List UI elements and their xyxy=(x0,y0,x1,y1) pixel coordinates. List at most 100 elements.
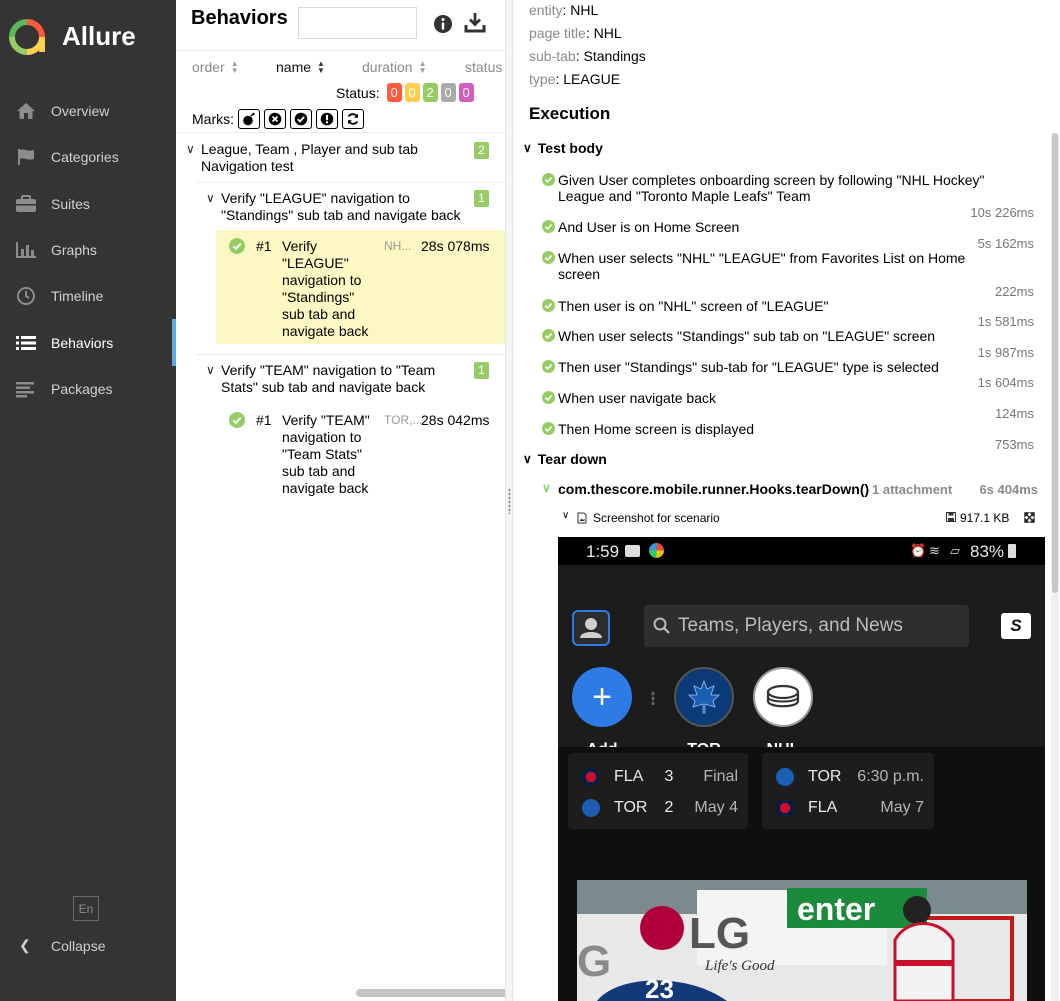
svg-text:G: G xyxy=(577,937,611,986)
attachment-size: 917.1 KB xyxy=(960,511,1010,525)
pane-splitter[interactable] xyxy=(506,0,513,1001)
param-type: type: LEAGUE xyxy=(529,71,621,87)
sort-duration[interactable]: duration ▲ ▼ xyxy=(362,59,427,75)
collapse-button[interactable]: ❮ Collapse xyxy=(0,932,176,960)
chevron-down-icon: ∨ xyxy=(542,481,551,495)
test-detail-pane: entity: NHL page title: NHL sub-tab: Sta… xyxy=(513,0,1060,1001)
phone-status-bar: 1:59 ⏰ ≋ ▱ 83% xyxy=(558,537,1045,565)
game-status: 6:30 p.m. xyxy=(857,768,924,785)
step-text: Then user "Standings" sub-tab for "LEAGU… xyxy=(558,359,939,375)
check-circle-icon xyxy=(542,391,555,404)
list-icon xyxy=(15,333,37,353)
sidebar-item-label: Timeline xyxy=(51,288,104,305)
chevron-down-icon: ∨ xyxy=(562,510,570,521)
step-duration: 5s 162ms xyxy=(977,236,1034,251)
sort-status[interactable]: status xyxy=(465,59,502,75)
tree-feature-node[interactable]: ∨ League, Team , Player and sub tab Navi… xyxy=(176,132,505,182)
step-text: Given User completes onboarding screen b… xyxy=(558,172,985,204)
sidebar-item-suites[interactable]: Suites xyxy=(0,181,176,227)
check-circle-icon xyxy=(542,173,555,186)
scrollbar-thumb[interactable] xyxy=(1052,133,1058,593)
sort-label: name xyxy=(276,59,312,75)
step-duration: 10s 226ms xyxy=(970,205,1034,220)
tor-logo-icon xyxy=(776,768,794,786)
step-text: When user navigate back xyxy=(558,390,716,406)
tor-logo-icon xyxy=(582,799,600,817)
plus-icon: + xyxy=(592,678,612,716)
wifi-icon: ≋ xyxy=(929,543,940,558)
horizontal-scrollbar[interactable] xyxy=(356,989,505,997)
hockey-photo-image: LG Life's Good enter G 23 xyxy=(577,880,1027,1001)
test-number: #1 xyxy=(256,412,272,428)
exclamation-circle-icon[interactable] xyxy=(316,109,338,129)
status-unknown-badge[interactable]: 0 xyxy=(458,83,474,102)
status-passed-badge[interactable]: 2 xyxy=(422,83,438,102)
tree-story-node[interactable]: ∨ Verify "TEAM" navigation to "Team Stat… xyxy=(196,354,505,402)
sort-label: order xyxy=(192,59,225,75)
brand[interactable]: Allure xyxy=(0,0,176,72)
sidebar: Allure Overview Categories Suites Graphs… xyxy=(0,0,176,1001)
sidebar-item-behaviors[interactable]: Behaviors xyxy=(0,319,176,367)
drag-dots-icon xyxy=(651,691,655,705)
battery-percent: 83% xyxy=(970,542,1005,561)
svg-text:enter: enter xyxy=(797,891,875,927)
chevron-down-icon: ∨ xyxy=(523,452,532,466)
pane-title: Behaviors xyxy=(191,7,288,29)
sidebar-item-label: Categories xyxy=(51,149,119,166)
sort-order[interactable]: order ▲ ▼ xyxy=(192,59,239,75)
download-icon[interactable] xyxy=(464,11,486,33)
check-circle-icon xyxy=(229,238,245,254)
language-switcher[interactable]: En xyxy=(73,896,99,921)
sidebar-item-packages[interactable]: Packages xyxy=(0,366,176,412)
status-filter: Status: 0 0 2 0 0 xyxy=(336,83,474,102)
fla-logo-icon xyxy=(776,799,794,817)
step-text: Then Home screen is displayed xyxy=(558,421,755,437)
step-duration: 1s 987ms xyxy=(977,345,1034,360)
vertical-scrollbar[interactable] xyxy=(1051,133,1059,1001)
info-icon[interactable] xyxy=(433,14,453,34)
tear-down-header[interactable]: ∨ Tear down xyxy=(523,451,607,467)
chevron-down-icon: ∨ xyxy=(206,191,215,205)
sidebar-item-graphs[interactable]: Graphs xyxy=(0,227,176,273)
count-badge: 1 xyxy=(474,362,489,379)
teardown-duration: 6s 404ms xyxy=(979,482,1038,497)
test-number: #1 xyxy=(256,238,272,254)
times-circle-icon[interactable] xyxy=(264,109,286,129)
app-name: Allure xyxy=(62,21,136,51)
check-circle-icon[interactable] xyxy=(290,109,312,129)
test-case-row[interactable]: #1 Verify "LEAGUE" navigation to "Standi… xyxy=(216,230,505,344)
tree-story-node[interactable]: ∨ Verify "LEAGUE" navigation to "Standin… xyxy=(196,182,505,230)
sidebar-item-categories[interactable]: Categories xyxy=(0,134,176,180)
test-duration: 28s 042ms xyxy=(421,412,490,428)
check-circle-icon xyxy=(542,299,555,312)
status-broken-badge[interactable]: 0 xyxy=(404,83,420,102)
bomb-icon[interactable] xyxy=(238,109,260,129)
test-name: Verify "LEAGUE" navigation to "Standings… xyxy=(282,238,369,339)
test-case-row[interactable]: #1 Verify "TEAM" navigation to "Team Sta… xyxy=(216,404,505,534)
test-body-header[interactable]: ∨ Test body xyxy=(523,140,603,156)
puck-icon xyxy=(766,684,800,708)
sort-arrows-icon: ▲ ▼ xyxy=(317,59,325,75)
param-value: NHL xyxy=(570,2,599,18)
attachment-row[interactable]: ∨ Screenshot for scenario 917.1 KB xyxy=(562,510,1042,528)
chevron-down-icon: ∨ xyxy=(186,142,195,156)
game-row: FLA 3 Final xyxy=(568,765,748,789)
param-entity: entity: NHL xyxy=(529,2,599,18)
sidebar-item-timeline[interactable]: Timeline xyxy=(0,273,176,319)
expand-icon[interactable] xyxy=(1024,512,1035,523)
test-param: TOR,... xyxy=(384,413,423,427)
score: 3 xyxy=(664,768,674,785)
status-skipped-badge[interactable]: 0 xyxy=(440,83,456,102)
refresh-icon[interactable] xyxy=(342,109,364,129)
sidebar-item-overview[interactable]: Overview xyxy=(0,88,176,134)
step-duration: 1s 581ms xyxy=(977,314,1034,329)
collapse-label: Collapse xyxy=(51,938,106,954)
team: TOR xyxy=(614,799,648,816)
battery-icon xyxy=(1008,544,1016,558)
alarm-icon: ⏰ xyxy=(910,543,927,558)
status-failed-badge[interactable]: 0 xyxy=(386,83,402,102)
param-value: Standings xyxy=(583,48,646,64)
sort-name[interactable]: name ▲ ▼ xyxy=(276,59,325,75)
attachment-count: 1 attachment xyxy=(872,482,953,497)
search-input[interactable] xyxy=(298,7,417,39)
